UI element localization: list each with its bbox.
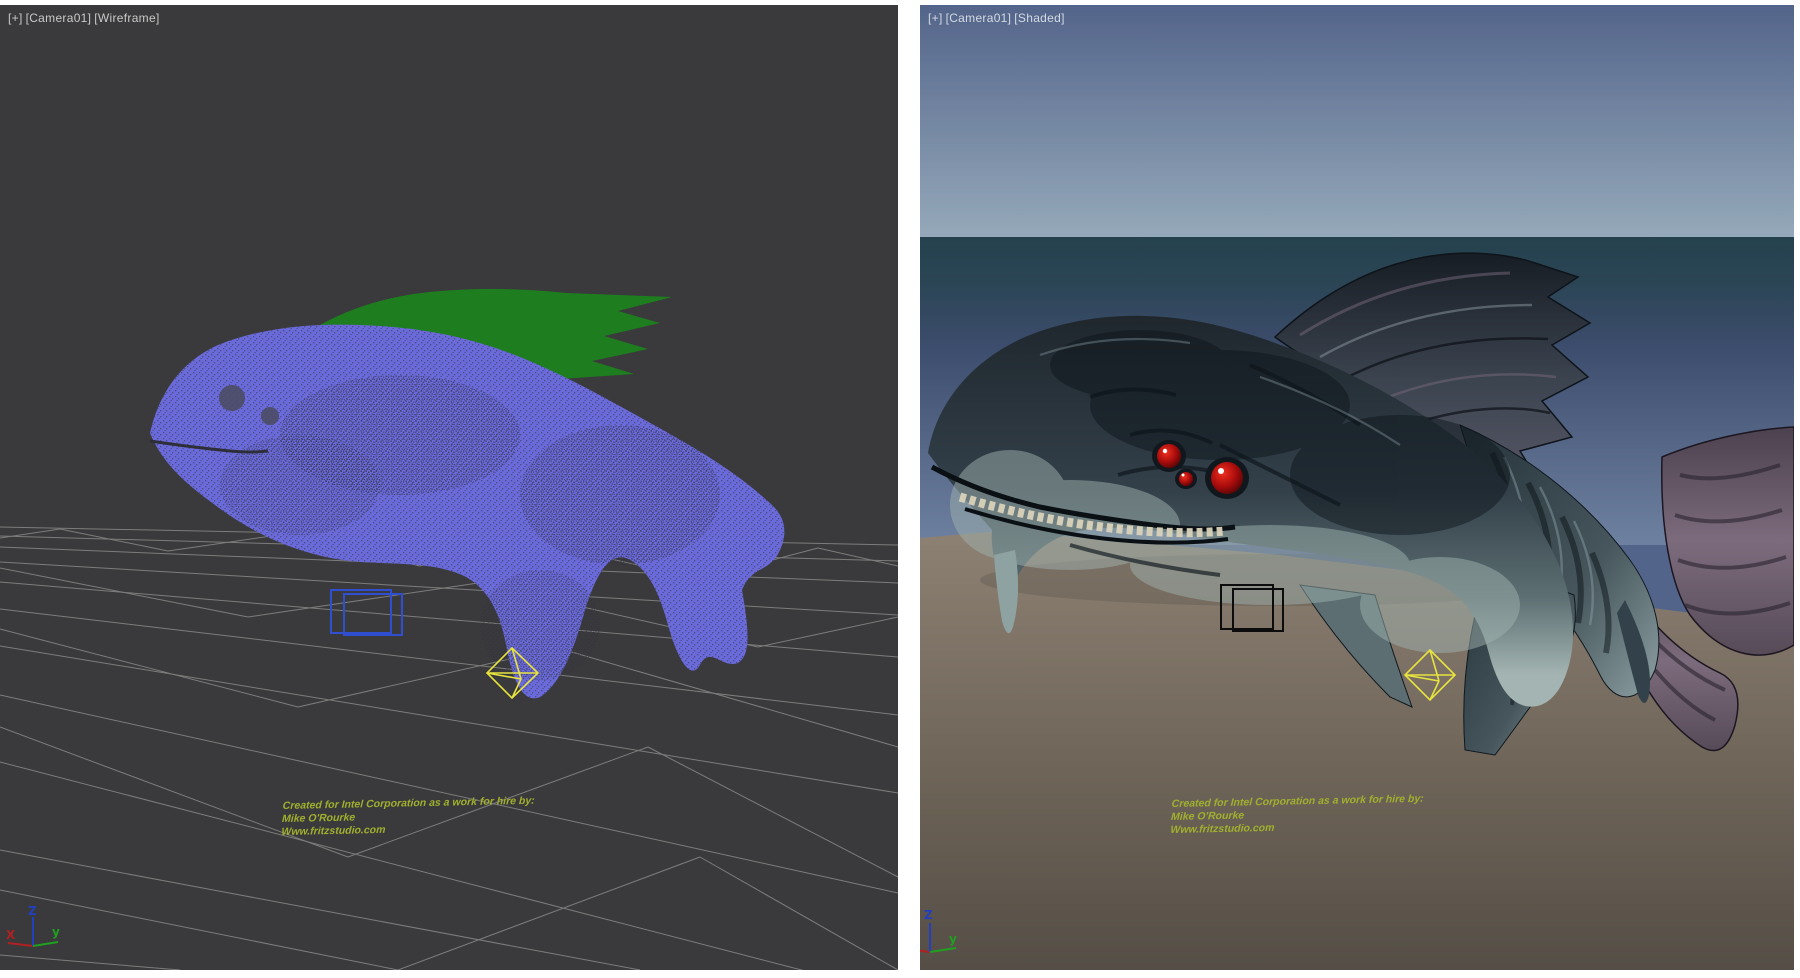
axis-y-label: y xyxy=(52,925,60,939)
viewport-general-menu[interactable]: [+] xyxy=(8,11,23,25)
viewport-pov-menu[interactable]: [Camera01] xyxy=(26,11,92,25)
credit-watermark: Created for Intel Corporation as a work … xyxy=(281,795,535,839)
fish-eye-wire xyxy=(219,385,245,411)
viewport-shaded[interactable]: X Z y [+][Camera01][Shaded] Created for … xyxy=(920,5,1794,970)
axis-z-label: Z xyxy=(924,908,933,922)
viewport-wireframe[interactable]: X Z y [+][Camera01][Wireframe] Created f… xyxy=(0,5,898,970)
viewport-pov-menu[interactable]: [Camera01] xyxy=(946,11,1012,25)
viewport-label: [+][Camera01][Wireframe] xyxy=(8,11,163,25)
viewport-general-menu[interactable]: [+] xyxy=(928,11,943,25)
credit-watermark: Created for Intel Corporation as a work … xyxy=(1170,793,1424,837)
viewport-shading-menu[interactable]: [Wireframe] xyxy=(94,11,159,25)
fish-eye-wire xyxy=(261,407,279,425)
viewport-layout: X Z y [+][Camera01][Wireframe] Created f… xyxy=(0,0,1800,978)
viewport-label: [+][Camera01][Shaded] xyxy=(928,11,1068,25)
axis-x-label: X xyxy=(6,928,16,942)
viewport-splitter[interactable] xyxy=(898,0,920,978)
sky xyxy=(920,5,1794,237)
axis-y-label: y xyxy=(949,932,957,946)
viewport-shading-menu[interactable]: [Shaded] xyxy=(1014,11,1064,25)
axis-z-label: Z xyxy=(28,904,37,918)
